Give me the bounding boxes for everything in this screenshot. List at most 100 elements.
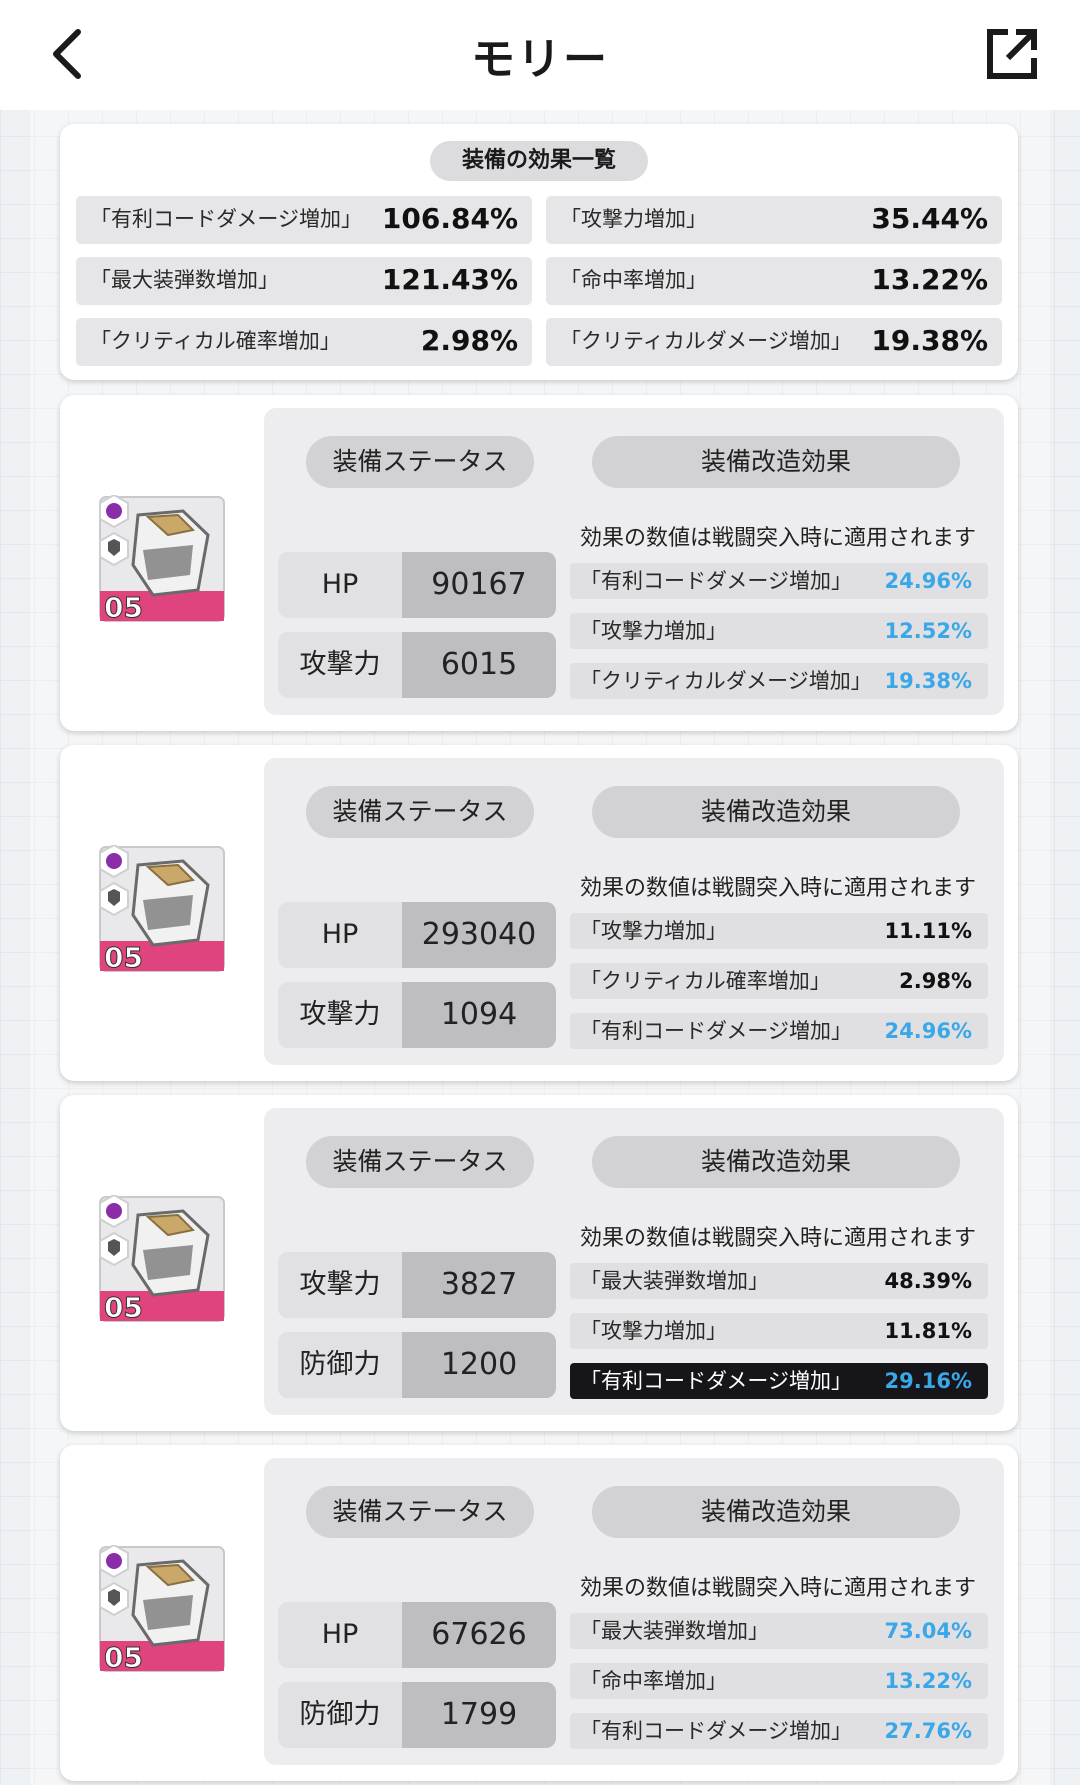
summary-title: 装備の効果一覧 <box>430 141 648 181</box>
stat-row: 攻撃力 1094 <box>278 982 556 1048</box>
stat-row: 防御力 1200 <box>278 1332 556 1398</box>
equipment-card[interactable]: 05 装備ステータス 装備改造効果 効果の数値は戦闘突入時に適用されます HP … <box>60 395 1018 731</box>
mod-effect-label: 「有利コードダメージ増加」 <box>580 569 852 593</box>
stat-value: 67626 <box>402 1602 556 1668</box>
effect-note: 効果の数値は戦闘突入時に適用されます <box>580 1226 977 1251</box>
stat-value: 1200 <box>402 1332 556 1398</box>
mod-effect-row: 「攻撃力増加」 11.81% <box>570 1313 988 1349</box>
equipment-mod-label: 装備改造効果 <box>592 786 960 838</box>
equipment-mod-label: 装備改造効果 <box>592 1136 960 1188</box>
share-external-icon[interactable] <box>982 24 1042 84</box>
equipment-status-label: 装備ステータス <box>306 1486 534 1538</box>
stat-row: 攻撃力 6015 <box>278 632 556 698</box>
mod-effect-row: 「クリティカルダメージ増加」 19.38% <box>570 663 988 699</box>
summary-item: 「クリティカル確率増加」 2.98% <box>76 318 532 366</box>
stat-key: HP <box>278 552 402 618</box>
equipment-details: 装備ステータス 装備改造効果 効果の数値は戦闘突入時に適用されます HP 293… <box>264 758 1004 1065</box>
stat-row: HP 67626 <box>278 1602 556 1668</box>
stat-value: 1094 <box>402 982 556 1048</box>
stat-row: HP 293040 <box>278 902 556 968</box>
summary-item-value: 13.22% <box>871 263 988 296</box>
stat-key: 防御力 <box>278 1332 402 1398</box>
mod-effect-value: 19.38% <box>884 669 972 693</box>
badge-shield-icon <box>99 1231 129 1267</box>
summary-item: 「最大装弾数増加」 121.43% <box>76 257 532 305</box>
equipment-card[interactable]: 05 装備ステータス 装備改造効果 効果の数値は戦闘突入時に適用されます HP … <box>60 1445 1018 1781</box>
effect-note: 効果の数値は戦闘突入時に適用されます <box>580 876 977 901</box>
mod-effect-label: 「最大装弾数増加」 <box>580 1269 769 1293</box>
stat-key: 攻撃力 <box>278 632 402 698</box>
stat-key: 攻撃力 <box>278 982 402 1048</box>
equipment-thumbnail[interactable]: 05 <box>98 1195 226 1325</box>
mod-effect-label: 「有利コードダメージ増加」 <box>580 1369 852 1393</box>
badge-hexagon-icon <box>99 1195 129 1229</box>
equipment-level: 05 <box>104 591 143 624</box>
mod-effect-value: 13.22% <box>884 1669 972 1693</box>
stat-value: 293040 <box>402 902 556 968</box>
app-header: モリー <box>0 0 1080 110</box>
equipment-level: 05 <box>104 1291 143 1324</box>
badge-hexagon-icon <box>99 1545 129 1579</box>
mod-effect-label: 「攻撃力増加」 <box>580 1319 727 1343</box>
equipment-details: 装備ステータス 装備改造効果 効果の数値は戦闘突入時に適用されます HP 676… <box>264 1458 1004 1765</box>
effect-note: 効果の数値は戦闘突入時に適用されます <box>580 1576 977 1601</box>
badge-shield-icon <box>99 1581 129 1617</box>
summary-item: 「命中率増加」 13.22% <box>546 257 1002 305</box>
stat-row: 攻撃力 3827 <box>278 1252 556 1318</box>
equipment-card[interactable]: 05 装備ステータス 装備改造効果 効果の数値は戦闘突入時に適用されます 攻撃力… <box>60 1095 1018 1431</box>
equipment-card[interactable]: 05 装備ステータス 装備改造効果 効果の数値は戦闘突入時に適用されます HP … <box>60 745 1018 1081</box>
stat-key: HP <box>278 902 402 968</box>
badge-hexagon-icon <box>99 495 129 529</box>
mod-effect-row: 「有利コードダメージ増加」 24.96% <box>570 1013 988 1049</box>
mod-effect-row: 「攻撃力増加」 12.52% <box>570 613 988 649</box>
equipment-status-label: 装備ステータス <box>306 1136 534 1188</box>
stat-key: 攻撃力 <box>278 1252 402 1318</box>
mod-effect-label: 「クリティカルダメージ増加」 <box>580 669 860 693</box>
stat-value: 90167 <box>402 552 556 618</box>
mod-effect-label: 「有利コードダメージ増加」 <box>580 1719 852 1743</box>
summary-item-value: 121.43% <box>381 263 518 296</box>
mod-effect-value: 11.81% <box>884 1319 972 1343</box>
equipment-mod-label: 装備改造効果 <box>592 436 960 488</box>
summary-item: 「クリティカルダメージ増加」 19.38% <box>546 318 1002 366</box>
mod-effect-row: 「攻撃力増加」 11.11% <box>570 913 988 949</box>
mod-effect-row: 「最大装弾数増加」 48.39% <box>570 1263 988 1299</box>
summary-item-value: 35.44% <box>871 202 988 235</box>
equipment-details: 装備ステータス 装備改造効果 効果の数値は戦闘突入時に適用されます HP 901… <box>264 408 1004 715</box>
mod-effect-label: 「命中率増加」 <box>580 1669 727 1693</box>
equipment-thumbnail[interactable]: 05 <box>98 495 226 625</box>
mod-effect-row: 「命中率増加」 13.22% <box>570 1663 988 1699</box>
equipment-thumbnail[interactable]: 05 <box>98 1545 226 1675</box>
summary-item-label: 「クリティカル確率増加」 <box>90 329 341 353</box>
stat-row: HP 90167 <box>278 552 556 618</box>
mod-effect-row: 「有利コードダメージ増加」 29.16% <box>570 1363 988 1399</box>
stat-value: 3827 <box>402 1252 556 1318</box>
mod-effect-label: 「クリティカル確率増加」 <box>580 969 831 993</box>
equipment-status-label: 装備ステータス <box>306 436 534 488</box>
equipment-level: 05 <box>104 1641 143 1674</box>
summary-item-label: 「最大装弾数増加」 <box>90 268 279 292</box>
summary-item-value: 19.38% <box>871 324 988 357</box>
summary-item: 「有利コードダメージ増加」 106.84% <box>76 196 532 244</box>
mod-effect-row: 「クリティカル確率増加」 2.98% <box>570 963 988 999</box>
stat-value: 1799 <box>402 1682 556 1748</box>
mod-effect-value: 73.04% <box>884 1619 972 1643</box>
mod-effect-label: 「攻撃力増加」 <box>580 619 727 643</box>
summary-item-label: 「クリティカルダメージ増加」 <box>560 329 840 353</box>
back-arrow-icon[interactable] <box>40 24 100 84</box>
mod-effect-value: 48.39% <box>884 1269 972 1293</box>
stat-row: 防御力 1799 <box>278 1682 556 1748</box>
summary-item: 「攻撃力増加」 35.44% <box>546 196 1002 244</box>
summary-item-label: 「有利コードダメージ増加」 <box>90 207 362 231</box>
badge-shield-icon <box>99 881 129 917</box>
equipment-level: 05 <box>104 941 143 974</box>
mod-effect-value: 24.96% <box>884 1019 972 1043</box>
mod-effect-value: 29.16% <box>884 1369 972 1393</box>
badge-shield-icon <box>99 531 129 567</box>
equipment-thumbnail[interactable]: 05 <box>98 845 226 975</box>
stat-key: HP <box>278 1602 402 1668</box>
mod-effect-row: 「最大装弾数増加」 73.04% <box>570 1613 988 1649</box>
mod-effect-label: 「最大装弾数増加」 <box>580 1619 769 1643</box>
effects-summary-card: 装備の効果一覧 「有利コードダメージ増加」 106.84% 「攻撃力増加」 35… <box>60 124 1018 380</box>
mod-effect-value: 24.96% <box>884 569 972 593</box>
